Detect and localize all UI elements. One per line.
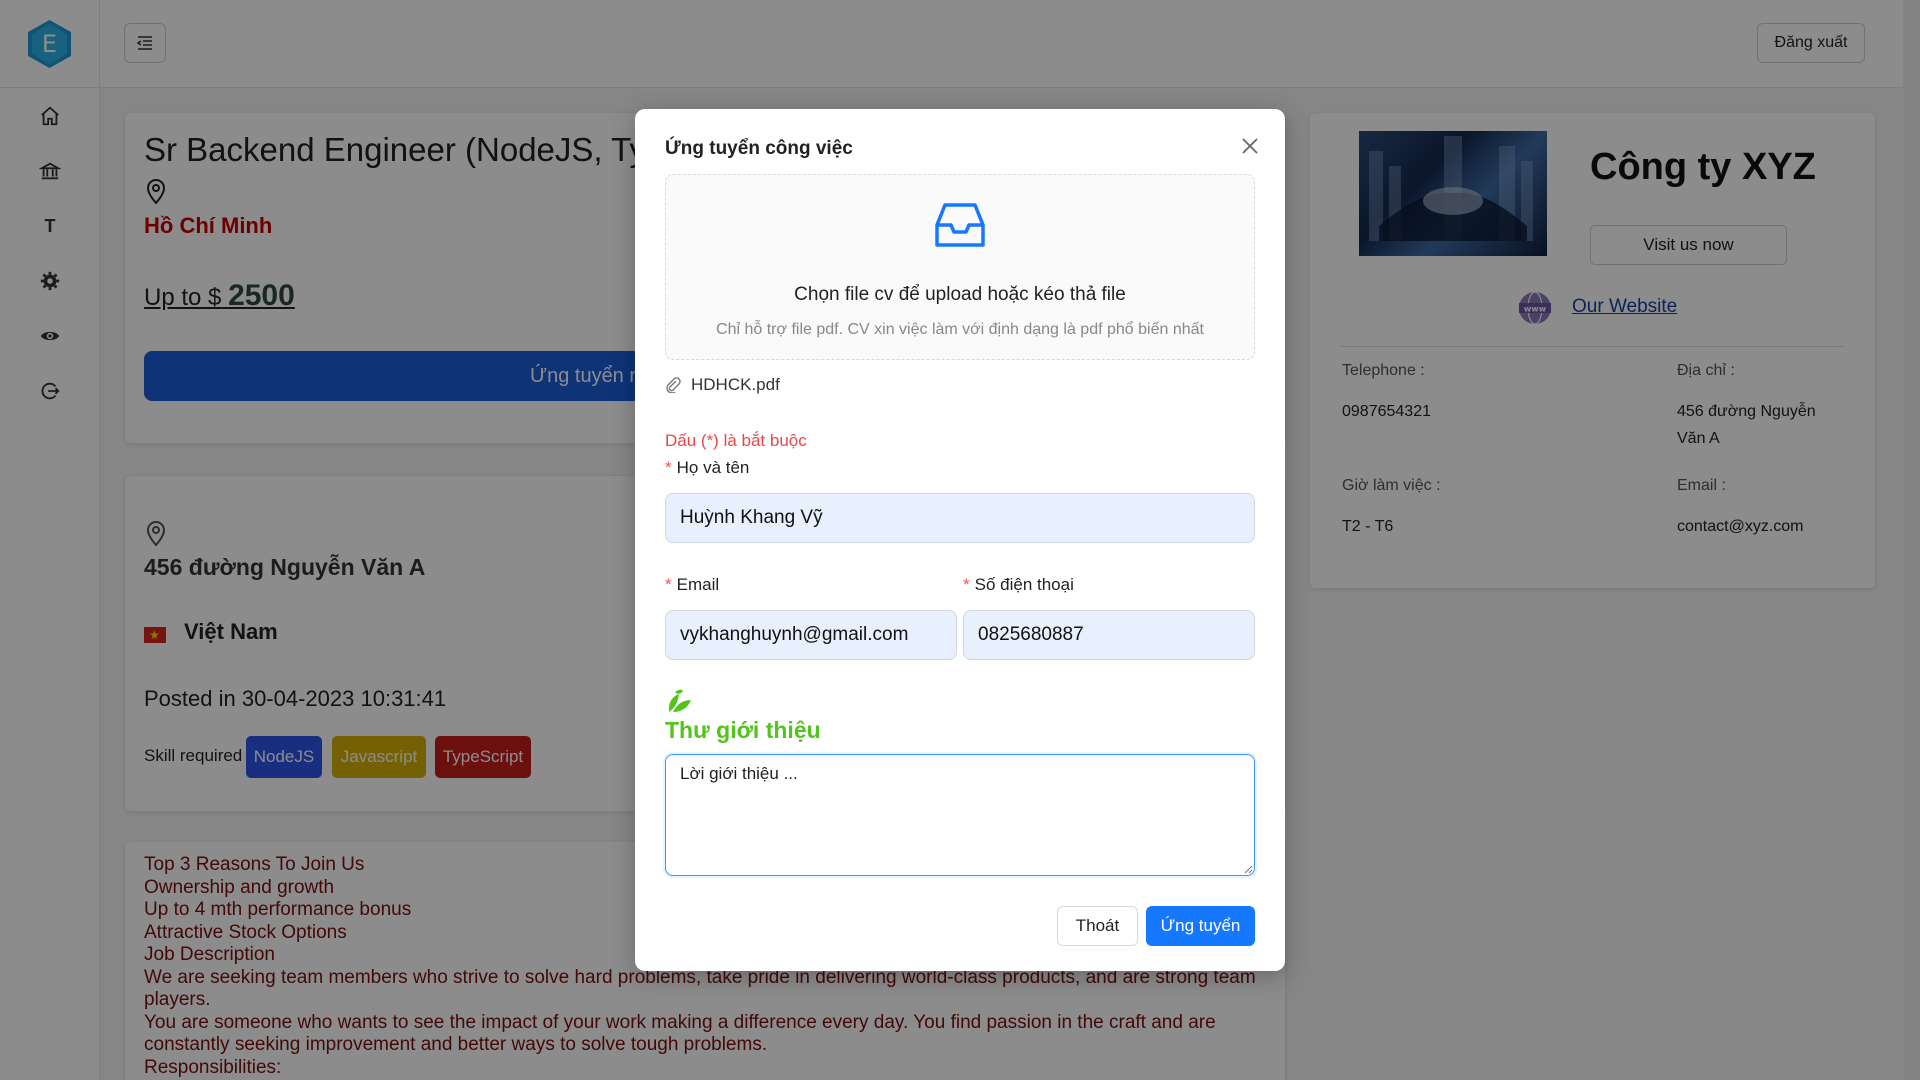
phone-field-label: * Số điện thoại [963,575,1074,594]
uploaded-file-name: HDHCK.pdf [691,375,780,394]
uploaded-file-item[interactable]: HDHCK.pdf [665,373,780,397]
fullname-label: * Họ và tên [665,458,750,477]
fullname-input[interactable] [665,493,1255,543]
upload-main-text: Chọn file cv để upload hoặc kéo thả file [794,284,1126,305]
email-field-label-text: Email [676,575,720,594]
email-input[interactable] [665,610,957,660]
cv-upload-dropzone[interactable]: Chọn file cv để upload hoặc kéo thả file… [665,174,1255,360]
email-field-label: * Email [665,575,720,594]
phone-input[interactable] [963,610,1255,660]
paperclip-icon [666,377,681,393]
phone-field-label-text: Số điện thoại [974,575,1074,594]
submit-apply-button[interactable]: Ứng tuyển [1146,906,1255,946]
leaf-icon [668,689,691,712]
required-note: Dấu (*) là bắt buộc [665,431,807,450]
apply-job-modal: Ứng tuyển công việc Chọn file cv để uplo… [635,109,1285,971]
cancel-button[interactable]: Thoát [1057,906,1138,946]
cover-letter-title: Thư giới thiệu [665,717,821,743]
inbox-icon [935,203,985,247]
fullname-label-text: Họ và tên [676,458,750,477]
resize-grip-icon[interactable] [1244,865,1253,874]
cover-letter-textarea[interactable]: Lời giới thiệu ... [665,754,1255,876]
upload-hint-text: Chỉ hỗ trợ file pdf. CV xin việc làm với… [716,321,1204,338]
modal-title: Ứng tuyển công việc [665,138,853,159]
close-icon[interactable] [1235,131,1265,161]
